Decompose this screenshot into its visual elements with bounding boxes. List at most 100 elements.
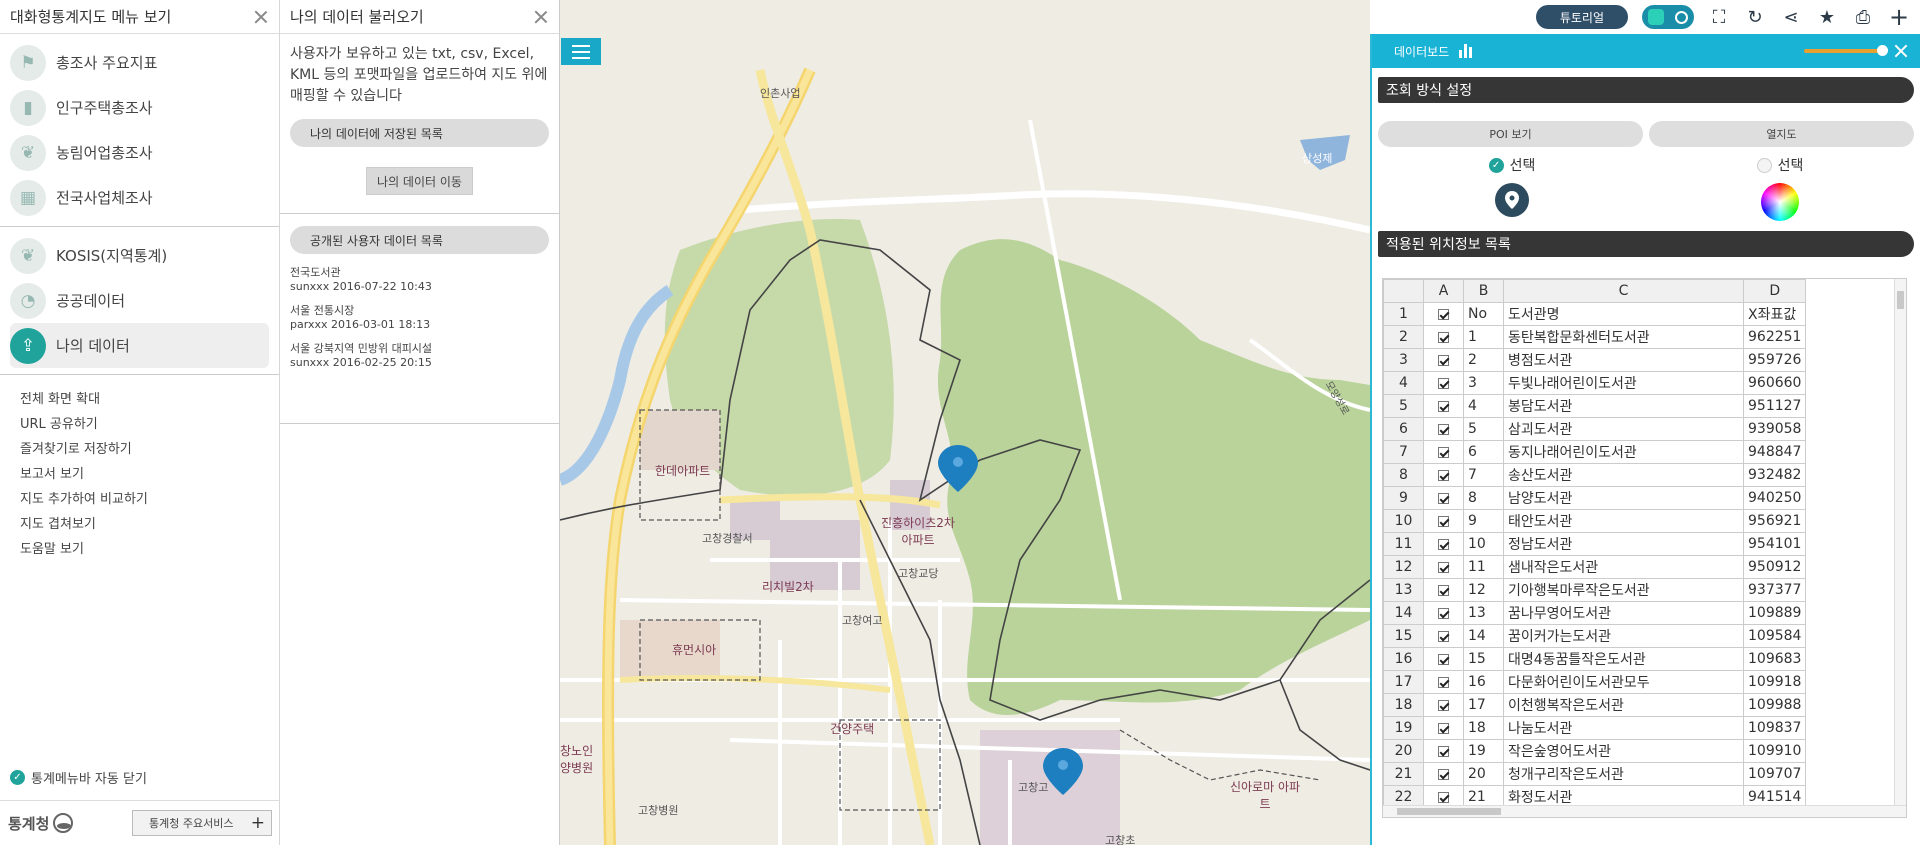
cell-no[interactable]: No <box>1463 302 1504 326</box>
cell-no[interactable]: 12 <box>1463 578 1504 602</box>
menu-item-public-data[interactable]: ◔ 공공데이터 <box>10 278 269 323</box>
cell-no[interactable]: 18 <box>1463 716 1504 740</box>
table-row[interactable]: 17 16 다문화어린이도서관모두 109918 <box>1383 670 1807 694</box>
cell-name[interactable]: 이천행복작은도서관 <box>1503 693 1744 717</box>
row-checkbox[interactable] <box>1423 532 1464 556</box>
cell-x[interactable]: 950912 <box>1742 555 1807 579</box>
cell-x[interactable]: 960660 <box>1742 371 1807 395</box>
plus-icon[interactable]: + <box>1888 3 1910 31</box>
table-row[interactable]: 3 2 병점도서관 959726 <box>1383 348 1807 372</box>
cell-name[interactable]: 동탄복합문화센터도서관 <box>1503 325 1744 349</box>
list-item[interactable]: 서울 전통시장 parxxx 2016-03-01 18:13 <box>280 298 559 336</box>
main-services-button[interactable]: 통계청 주요서비스 + <box>132 810 272 836</box>
row-checkbox[interactable] <box>1423 348 1464 372</box>
row-checkbox[interactable] <box>1423 762 1464 786</box>
cell-name[interactable]: 정남도서관 <box>1503 532 1744 556</box>
cell-name[interactable]: 꿈이커가는도서관 <box>1503 624 1744 648</box>
poi-view-button[interactable]: POI 보기 <box>1378 121 1643 147</box>
table-row[interactable]: 15 14 꿈이커가는도서관 109584 <box>1383 624 1807 648</box>
cell-name[interactable]: 도서관명 <box>1503 302 1744 326</box>
cell-x[interactable]: 948847 <box>1742 440 1807 464</box>
table-row[interactable]: 6 5 삼괴도서관 939058 <box>1383 417 1807 441</box>
table-row[interactable]: 11 10 정남도서관 954101 <box>1383 532 1807 556</box>
cell-no[interactable]: 5 <box>1463 417 1504 441</box>
table-row[interactable]: 14 13 꿈나무영어도서관 109889 <box>1383 601 1807 625</box>
heatmap-radio[interactable]: 선택 <box>1756 155 1803 175</box>
cell-no[interactable]: 13 <box>1463 601 1504 625</box>
row-checkbox[interactable] <box>1423 647 1464 671</box>
heatmap-button[interactable]: 열지도 <box>1649 121 1914 147</box>
link-help[interactable]: 도움말 보기 <box>20 537 259 562</box>
cell-x[interactable]: 109683 <box>1742 647 1807 671</box>
checkbox-checked-icon[interactable] <box>1438 400 1449 412</box>
saved-list-header[interactable]: 나의 데이터에 저장된 목록 <box>290 119 549 147</box>
link-report[interactable]: 보고서 보기 <box>20 462 259 487</box>
row-checkbox[interactable] <box>1423 486 1464 510</box>
checkbox-checked-icon[interactable] <box>1438 354 1449 366</box>
cell-name[interactable]: 동지나래어린이도서관 <box>1503 440 1744 464</box>
cell-x[interactable]: 109910 <box>1742 739 1807 763</box>
table-row[interactable]: 5 4 봉담도서관 951127 <box>1383 394 1807 418</box>
menu-item-population-census[interactable]: ▮ 인구주택총조사 <box>10 85 269 130</box>
row-checkbox[interactable] <box>1423 555 1464 579</box>
vertical-scrollbar[interactable] <box>1894 279 1906 807</box>
checkbox-checked-icon[interactable] <box>1438 584 1449 596</box>
cell-no[interactable]: 2 <box>1463 348 1504 372</box>
link-overlay-map[interactable]: 지도 겹쳐보기 <box>20 512 259 537</box>
checkbox-checked-icon[interactable] <box>1438 745 1449 757</box>
cell-no[interactable]: 20 <box>1463 762 1504 786</box>
poi-radio[interactable]: ✓ 선택 <box>1488 155 1535 175</box>
checkbox-checked-icon[interactable] <box>1438 653 1449 665</box>
row-checkbox[interactable] <box>1423 716 1464 740</box>
row-checkbox[interactable] <box>1423 739 1464 763</box>
cell-x[interactable]: 109837 <box>1742 716 1807 740</box>
cell-x[interactable]: 940250 <box>1742 486 1807 510</box>
map-menu-button[interactable] <box>561 38 601 65</box>
row-checkbox[interactable] <box>1423 371 1464 395</box>
menu-item-agriculture-census[interactable]: ❦ 농림어업총조사 <box>10 130 269 175</box>
star-icon[interactable]: ★ <box>1816 6 1838 28</box>
cell-x[interactable]: 109584 <box>1742 624 1807 648</box>
link-bookmark[interactable]: 즐겨찾기로 저장하기 <box>20 437 259 462</box>
cell-x[interactable]: 109889 <box>1742 601 1807 625</box>
refresh-icon[interactable]: ↻ <box>1744 6 1766 28</box>
table-row[interactable]: 8 7 송산도서관 932482 <box>1383 463 1807 487</box>
row-checkbox[interactable] <box>1423 394 1464 418</box>
row-checkbox[interactable] <box>1423 463 1464 487</box>
cell-name[interactable]: 작은숲영어도서관 <box>1503 739 1744 763</box>
table-row[interactable]: 2 1 동탄복합문화센터도서관 962251 <box>1383 325 1807 349</box>
checkbox-checked-icon[interactable] <box>1438 607 1449 619</box>
cell-x[interactable]: 954101 <box>1742 532 1807 556</box>
cell-x[interactable]: 959726 <box>1742 348 1807 372</box>
poi-option[interactable]: ✓ 선택 <box>1378 155 1646 221</box>
checkbox-checked-icon[interactable] <box>1438 791 1449 803</box>
map-style-toggle[interactable] <box>1642 5 1694 29</box>
table-row[interactable]: 4 3 두빛나래어린이도서관 960660 <box>1383 371 1807 395</box>
list-item[interactable]: 전국도서관 sunxxx 2016-07-22 10:43 <box>280 260 559 298</box>
checkbox-checked-icon[interactable] <box>1438 492 1449 504</box>
cell-x[interactable]: 109918 <box>1742 670 1807 694</box>
cell-no[interactable]: 1 <box>1463 325 1504 349</box>
row-checkbox[interactable] <box>1423 440 1464 464</box>
checkbox-checked-icon[interactable] <box>1438 423 1449 435</box>
cell-name[interactable]: 기아행복마루작은도서관 <box>1503 578 1744 602</box>
cell-name[interactable]: 병점도서관 <box>1503 348 1744 372</box>
cell-name[interactable]: 남양도서관 <box>1503 486 1744 510</box>
table-row[interactable]: 7 6 동지나래어린이도서관 948847 <box>1383 440 1807 464</box>
cell-no[interactable]: 3 <box>1463 371 1504 395</box>
checkbox-checked-icon[interactable] <box>1438 469 1449 481</box>
fullscreen-icon[interactable]: ⛶ <box>1708 6 1730 28</box>
map-canvas[interactable]: 인촌사업 상성제 한데아파트 고창경찰서 진흥하이츠2차 아파트 고창교당 리치… <box>560 0 1370 845</box>
link-fullscreen[interactable]: 전체 화면 확대 <box>20 387 259 412</box>
cell-name[interactable]: 샘내작은도서관 <box>1503 555 1744 579</box>
my-data-close-icon[interactable] <box>533 9 549 25</box>
table-row[interactable]: 18 17 이천행복작은도서관 109988 <box>1383 693 1807 717</box>
row-checkbox[interactable] <box>1423 302 1464 326</box>
left-menu-close-icon[interactable] <box>253 9 269 25</box>
checkbox-checked-icon[interactable] <box>1438 768 1449 780</box>
checkbox-checked-icon[interactable] <box>1438 699 1449 711</box>
cell-name[interactable]: 나눔도서관 <box>1503 716 1744 740</box>
my-data-move-button[interactable]: 나의 데이터 이동 <box>366 167 473 195</box>
cell-no[interactable]: 7 <box>1463 463 1504 487</box>
opacity-slider[interactable] <box>1804 45 1888 56</box>
